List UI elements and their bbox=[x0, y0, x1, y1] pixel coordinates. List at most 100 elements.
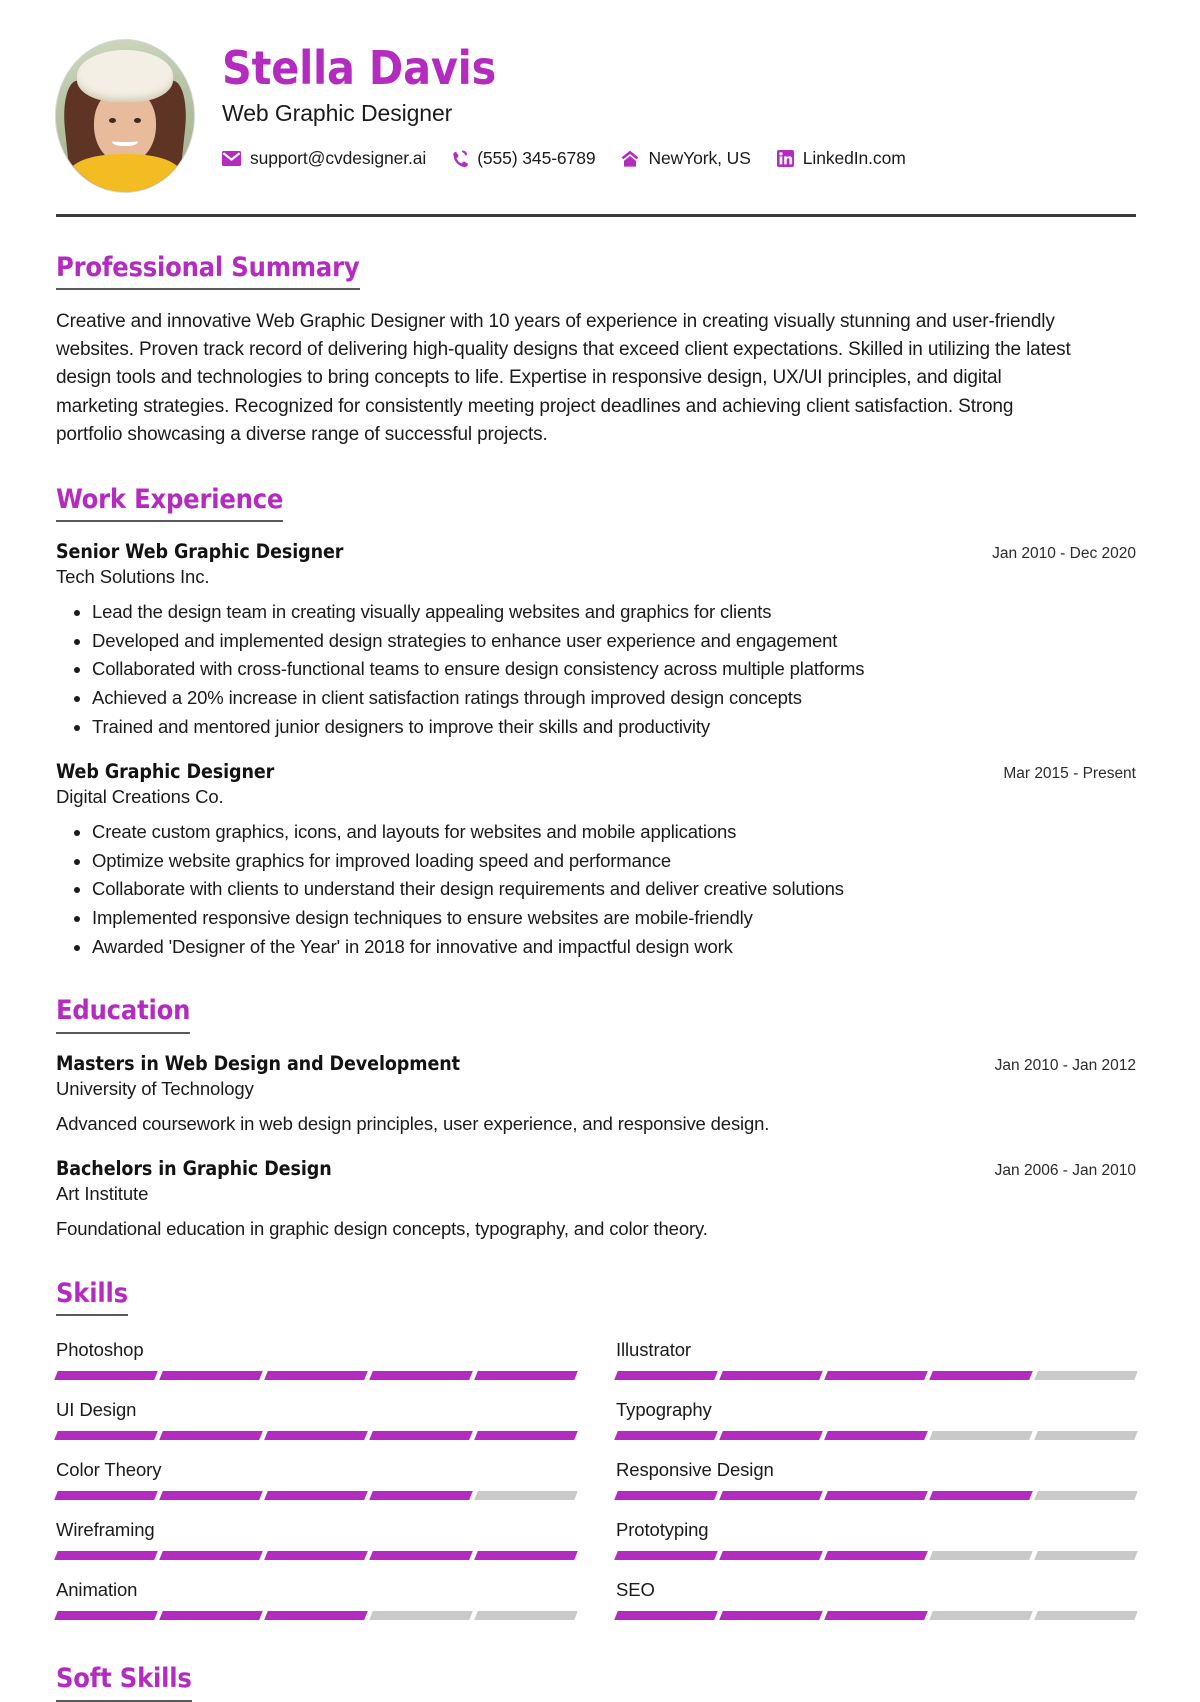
contact-linkedin[interactable]: LinkedIn.com bbox=[776, 147, 906, 169]
skill-segment-empty bbox=[929, 1551, 1033, 1561]
skill-segment-empty bbox=[1034, 1551, 1138, 1561]
list-item: Create custom graphics, icons, and layou… bbox=[92, 819, 1136, 846]
avatar bbox=[56, 40, 194, 192]
skill-level-bar bbox=[614, 1551, 1138, 1561]
education-date: Jan 2006 - Jan 2010 bbox=[994, 1162, 1136, 1180]
skill-level-bar bbox=[54, 1371, 578, 1381]
skill-segment-filled bbox=[159, 1431, 263, 1441]
home-icon bbox=[621, 150, 639, 167]
contact-list: support@cvdesigner.ai (555) 345-6789 New… bbox=[222, 148, 1136, 169]
skill-segment-empty bbox=[474, 1611, 578, 1621]
contact-location-text: NewYork, US bbox=[648, 147, 751, 168]
list-item: Trained and mentored junior designers to… bbox=[92, 714, 1136, 741]
skill-segment-filled bbox=[54, 1551, 158, 1561]
skill-segment-filled bbox=[929, 1371, 1033, 1381]
work-role: Web Graphic Designer bbox=[56, 760, 275, 784]
skill-segment-filled bbox=[54, 1371, 158, 1381]
section-heading-education: Education bbox=[56, 996, 190, 1034]
education-entry: Masters in Web Design and Development Ja… bbox=[56, 1052, 1136, 1138]
section-soft-skills: Soft Skills bbox=[56, 1664, 1136, 1702]
skill-segment-empty bbox=[369, 1611, 473, 1621]
skill-segment-filled bbox=[719, 1431, 823, 1441]
skill-segment-empty bbox=[474, 1491, 578, 1501]
skill-label: Color Theory bbox=[56, 1459, 162, 1481]
skill-label: UI Design bbox=[56, 1399, 137, 1421]
list-item: Implemented responsive design techniques… bbox=[92, 905, 1136, 932]
education-date: Jan 2010 - Jan 2012 bbox=[994, 1056, 1136, 1074]
work-date: Jan 2010 - Dec 2020 bbox=[992, 545, 1136, 563]
skill-label: Animation bbox=[56, 1579, 138, 1601]
skill-segment-empty bbox=[1034, 1491, 1138, 1501]
skill-segment-filled bbox=[54, 1431, 158, 1441]
section-heading-skills: Skills bbox=[56, 1278, 128, 1317]
candidate-name: Stella Davis bbox=[222, 41, 497, 95]
skill-segment-filled bbox=[614, 1611, 718, 1621]
avatar-eye-left bbox=[109, 118, 116, 123]
resume-page: Stella Davis Web Graphic Designer suppor… bbox=[0, 0, 1200, 1702]
skill-item: UI Design bbox=[54, 1390, 578, 1450]
skill-level-bar bbox=[54, 1431, 578, 1441]
contact-email[interactable]: support@cvdesigner.ai bbox=[222, 148, 426, 169]
email-icon bbox=[222, 150, 241, 166]
skill-segment-filled bbox=[824, 1551, 928, 1561]
list-item: Optimize website graphics for improved l… bbox=[92, 848, 1136, 875]
skill-segment-filled bbox=[719, 1551, 823, 1561]
education-degree: Bachelors in Graphic Design bbox=[56, 1157, 332, 1181]
skill-segment-empty bbox=[1034, 1371, 1138, 1381]
section-skills: Skills Photoshop Illustrator UI Design Typo… bbox=[54, 1278, 1138, 1630]
skill-segment-empty bbox=[1034, 1431, 1138, 1441]
list-item: Developed and implemented design strateg… bbox=[92, 628, 1136, 655]
education-institution: Art Institute bbox=[56, 1183, 149, 1205]
contact-email-text: support@cvdesigner.ai bbox=[250, 147, 427, 168]
education-description: Foundational education in graphic design… bbox=[56, 1218, 708, 1240]
skill-segment-filled bbox=[824, 1491, 928, 1501]
avatar-eye-right bbox=[134, 118, 141, 123]
skill-segment-filled bbox=[614, 1371, 718, 1381]
skill-item: Responsive Design bbox=[614, 1450, 1138, 1510]
work-organization: Digital Creations Co. bbox=[56, 786, 224, 808]
contact-linkedin-text: LinkedIn.com bbox=[802, 147, 906, 168]
education-entry: Bachelors in Graphic Design Jan 2006 - J… bbox=[56, 1157, 1136, 1243]
skill-segment-filled bbox=[719, 1491, 823, 1501]
skill-segment-filled bbox=[264, 1431, 368, 1441]
skill-label: Typography bbox=[616, 1399, 712, 1421]
skill-segment-filled bbox=[264, 1491, 368, 1501]
skill-segment-filled bbox=[54, 1491, 158, 1501]
skill-segment-empty bbox=[929, 1431, 1033, 1441]
skill-segment-filled bbox=[824, 1371, 928, 1381]
skill-segment-filled bbox=[614, 1491, 718, 1501]
skill-item: Animation bbox=[54, 1570, 578, 1630]
skill-item: Photoshop bbox=[54, 1330, 578, 1390]
phone-icon bbox=[452, 150, 469, 167]
skill-item: Color Theory bbox=[54, 1450, 578, 1510]
skill-label: SEO bbox=[616, 1579, 655, 1601]
section-heading-summary: Professional Summary bbox=[56, 252, 360, 291]
skill-segment-filled bbox=[719, 1371, 823, 1381]
skill-segment-filled bbox=[369, 1491, 473, 1501]
work-entry: Web Graphic Designer Mar 2015 - Present … bbox=[56, 760, 1136, 960]
skill-segment-filled bbox=[159, 1491, 263, 1501]
skills-grid: Photoshop Illustrator UI Design Typography C… bbox=[54, 1330, 1138, 1630]
header-divider bbox=[56, 214, 1136, 217]
avatar-shirt bbox=[69, 154, 181, 192]
contact-location[interactable]: NewYork, US bbox=[621, 147, 751, 169]
skill-segment-filled bbox=[369, 1431, 473, 1441]
skill-segment-filled bbox=[474, 1371, 578, 1381]
skill-level-bar bbox=[614, 1491, 1138, 1501]
skill-level-bar bbox=[54, 1491, 578, 1501]
skill-level-bar bbox=[614, 1371, 1138, 1381]
skill-segment-filled bbox=[159, 1611, 263, 1621]
section-education: Education Masters in Web Design and Deve… bbox=[56, 996, 1136, 1243]
contact-phone[interactable]: (555) 345-6789 bbox=[452, 147, 596, 169]
contact-phone-text: (555) 345-6789 bbox=[477, 147, 596, 168]
resume-header: Stella Davis Web Graphic Designer suppor… bbox=[56, 32, 1136, 192]
skill-label: Illustrator bbox=[616, 1339, 691, 1361]
skill-level-bar bbox=[54, 1611, 578, 1621]
skill-segment-filled bbox=[474, 1431, 578, 1441]
skill-label: Prototyping bbox=[616, 1519, 709, 1541]
list-item: Achieved a 20% increase in client satisf… bbox=[92, 685, 1136, 712]
linkedin-icon bbox=[776, 149, 794, 167]
skill-segment-filled bbox=[614, 1431, 718, 1441]
skill-segment-filled bbox=[369, 1551, 473, 1561]
work-bullets: Lead the design team in creating visuall… bbox=[56, 599, 1136, 740]
